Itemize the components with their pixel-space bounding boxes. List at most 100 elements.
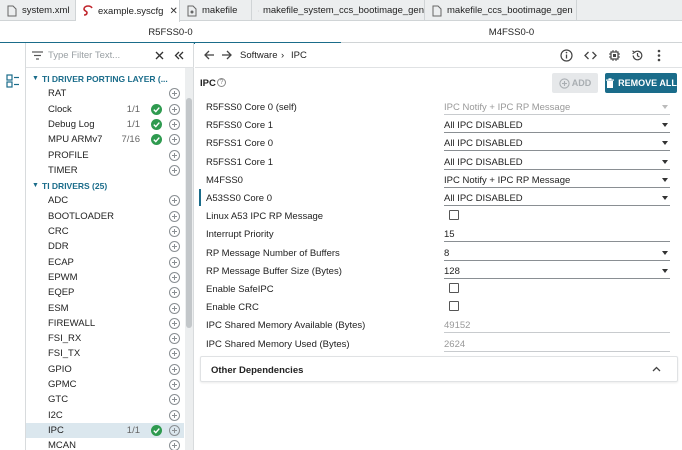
rp-message-number-of-buffers-select[interactable]: 8 — [444, 244, 670, 261]
a53ss0-core-0-select[interactable]: All IPC DISABLED — [444, 189, 670, 206]
add-instance-icon[interactable] — [169, 379, 180, 390]
tree-scrollbar-thumb[interactable] — [186, 98, 192, 328]
tree-item-eqep[interactable]: EQEP — [26, 285, 184, 300]
breadcrumb-software[interactable]: Software — [240, 50, 278, 61]
enable-crc-checkbox[interactable] — [449, 301, 459, 312]
forward-arrow-icon[interactable] — [221, 49, 233, 61]
tab-makefile-system-ccs-bootimage-gen[interactable]: makefile_system_ccs_bootimage_gen — [252, 0, 425, 21]
add-instance-icon[interactable] — [169, 287, 180, 299]
m4fss0-select[interactable]: IPC Notify + IPC RP Message — [444, 171, 670, 188]
dropdown-arrow-icon[interactable] — [662, 250, 668, 255]
add-instance-icon[interactable] — [169, 241, 180, 253]
more-options-icon[interactable] — [657, 49, 661, 62]
tree-item-fsi-rx[interactable]: FSI_RX — [26, 331, 184, 346]
dropdown-arrow-icon[interactable] — [662, 159, 668, 164]
code-view-icon[interactable] — [584, 49, 597, 62]
r5fss0-core-1-select[interactable]: All IPC DISABLED — [444, 116, 670, 134]
tree-item-ecap[interactable]: ECAP — [26, 255, 184, 270]
collapse-sidebar-icon[interactable] — [174, 51, 184, 60]
tab-system-xml[interactable]: system.xml — [0, 0, 76, 21]
tree-item-gpio[interactable]: GPIO — [26, 362, 184, 377]
dropdown-arrow-icon[interactable] — [662, 141, 668, 146]
config-label: R5FSS1 Core 0 — [206, 138, 274, 150]
close-icon[interactable]: ✕ — [169, 6, 177, 17]
dropdown-arrow-icon[interactable] — [662, 196, 668, 200]
tree-item-mcan[interactable]: MCAN — [26, 438, 184, 450]
tree-item-profile[interactable]: PROFILE — [26, 148, 184, 163]
add-instance-icon[interactable] — [169, 88, 180, 100]
tree-group[interactable]: ▼ TI DRIVER PORTING LAYER (... — [26, 71, 184, 86]
add-instance-icon[interactable] — [169, 103, 180, 115]
chevron-up-icon[interactable] — [652, 364, 661, 374]
filter-input[interactable] — [48, 48, 148, 63]
add-instance-icon[interactable] — [169, 195, 180, 207]
core-tab-label: R5FSS0-0 — [148, 26, 193, 38]
tree-item-label: MCAN — [48, 440, 76, 450]
add-instance-icon[interactable] — [169, 302, 180, 314]
expand-arrow-icon[interactable]: ▼ — [32, 75, 39, 82]
grid-view-icon[interactable] — [6, 76, 20, 90]
add-instance-icon[interactable] — [169, 363, 180, 375]
add-instance-icon[interactable] — [169, 271, 180, 283]
tree-item-i2c[interactable]: I2C — [26, 408, 184, 423]
history-icon[interactable] — [631, 49, 644, 62]
tree-item-firewall[interactable]: FIREWALL — [26, 316, 184, 331]
add-instance-icon[interactable] — [169, 118, 180, 130]
tree-group[interactable]: ▼ TI DRIVERS (25) — [26, 178, 184, 193]
tree-item-crc[interactable]: CRC — [26, 224, 184, 239]
add-instance-icon[interactable] — [169, 149, 180, 161]
tree-item-ipc[interactable]: IPC 1/1 — [26, 422, 184, 438]
add-instance-icon[interactable] — [169, 256, 180, 268]
add-instance-icon[interactable] — [169, 226, 180, 237]
tree-item-adc[interactable]: ADC — [26, 193, 184, 208]
add-instance-icon[interactable] — [169, 164, 180, 176]
other-dependencies-panel[interactable]: Other Dependencies — [200, 356, 678, 382]
rp-message-buffer-size-bytes-select[interactable]: 128 — [444, 262, 670, 279]
info-icon[interactable] — [560, 49, 573, 62]
tree-item-timer[interactable]: TIMER — [26, 163, 184, 178]
add-instance-icon[interactable] — [169, 317, 180, 329]
tree-item-rat[interactable]: RAT — [26, 86, 184, 101]
clear-filter-icon[interactable] — [155, 51, 164, 60]
add-instance-icon[interactable] — [169, 409, 180, 421]
add-instance-icon[interactable] — [169, 348, 180, 360]
add-instance-icon[interactable] — [169, 134, 180, 146]
r5fss1-core-0-select[interactable]: All IPC DISABLED — [444, 134, 670, 152]
remove-all-button[interactable]: REMOVE ALL — [605, 73, 677, 93]
tree-item-label: Clock — [48, 103, 72, 115]
tree-item-gtc[interactable]: GTC — [26, 392, 184, 407]
tree-item-clock[interactable]: Clock 1/1 — [26, 102, 184, 117]
add-instance-icon[interactable] — [169, 394, 180, 406]
enable-safeipc-checkbox[interactable] — [449, 283, 459, 293]
tab-makefile[interactable]: makefile — [180, 0, 252, 21]
tab-example-syscfg[interactable]: example.syscfg ✕ — [76, 0, 180, 22]
dropdown-arrow-icon[interactable] — [662, 268, 668, 273]
tab-makefile-ccs-bootimage-gen[interactable]: makefile_ccs_bootimage_gen — [425, 0, 577, 21]
back-arrow-icon[interactable] — [203, 49, 215, 61]
tree-item-ddr[interactable]: DDR — [26, 239, 184, 254]
r5fss1-core-1-select[interactable]: All IPC DISABLED — [444, 153, 670, 170]
add-instance-icon[interactable] — [169, 440, 180, 450]
tree-item-mpu-armv7[interactable]: MPU ARMv7 7/16 — [26, 132, 184, 147]
tab-m4fss0-0[interactable]: M4FSS0-0 — [341, 21, 682, 43]
dropdown-arrow-icon[interactable] — [662, 123, 668, 128]
help-icon[interactable]: ? — [217, 78, 226, 87]
tree-item-esm[interactable]: ESM — [26, 301, 184, 316]
add-instance-icon[interactable] — [169, 210, 180, 222]
add-instance-icon[interactable] — [169, 333, 180, 345]
chip-icon[interactable] — [608, 49, 621, 62]
add-button[interactable]: ADD — [552, 73, 598, 93]
tree-item-fsi-tx[interactable]: FSI_TX — [26, 346, 184, 361]
filter-icon[interactable] — [32, 51, 43, 60]
tree-item-bootloader[interactable]: BOOTLOADER — [26, 209, 184, 224]
linux-a53-ipc-rp-message-checkbox[interactable] — [449, 210, 459, 221]
tree-item-epwm[interactable]: EPWM — [26, 270, 184, 285]
tree-item-debug-log[interactable]: Debug Log 1/1 — [26, 117, 184, 132]
interrupt-priority-field[interactable]: 15 — [444, 225, 670, 243]
tree-item-gpmc[interactable]: GPMC — [26, 377, 184, 392]
add-instance-icon[interactable] — [169, 424, 180, 436]
tab-r5fss0-0[interactable]: R5FSS0-0 — [0, 21, 341, 44]
tree-scrollbar[interactable] — [185, 68, 193, 450]
expand-arrow-icon[interactable]: ▼ — [32, 182, 39, 189]
dropdown-arrow-icon[interactable] — [662, 177, 668, 182]
